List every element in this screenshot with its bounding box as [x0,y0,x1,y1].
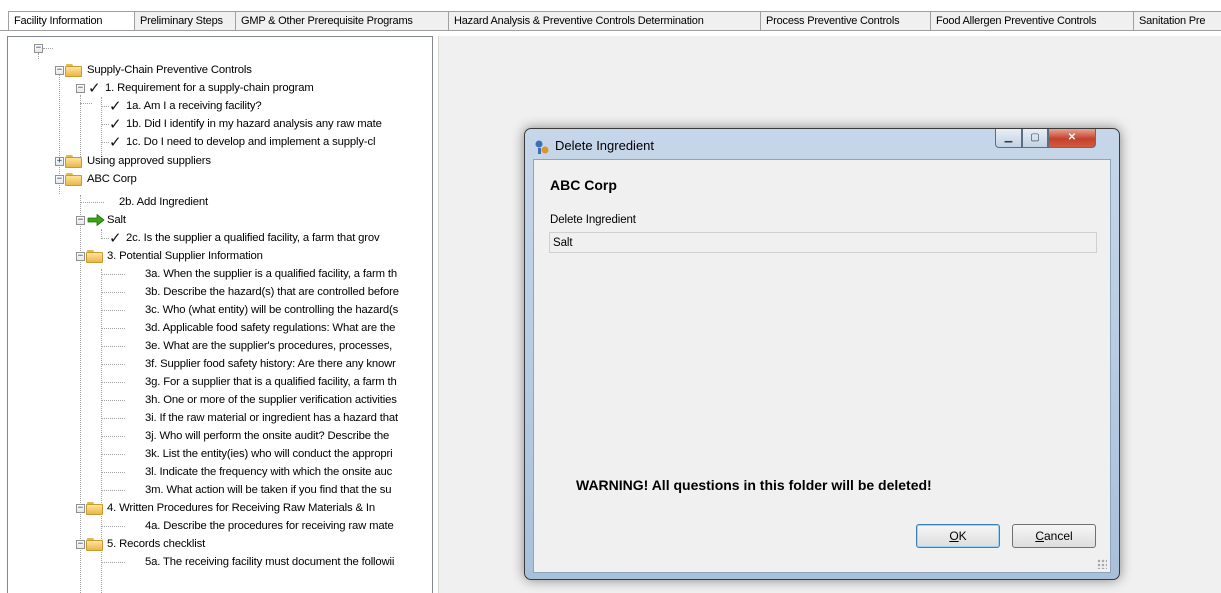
tree-node-requirement[interactable]: 1. Requirement for a supply-chain progra… [105,79,314,97]
tree-node-2c[interactable]: 2c. Is the supplier a qualified facility… [126,229,380,247]
tree-node-3a[interactable]: 3a. When the supplier is a qualified fac… [145,265,397,283]
tree-node-supply-chain[interactable]: Supply-Chain Preventive Controls [87,61,252,79]
collapse-icon[interactable]: − [76,216,85,225]
tree-node-3i[interactable]: 3i. If the raw material or ingredient ha… [145,409,398,427]
tree-node-3e[interactable]: 3e. What are the supplier's procedures, … [145,337,392,355]
dialog-title: Delete Ingredient [555,138,655,153]
tree-node-3g[interactable]: 3g. For a supplier that is a qualified f… [145,373,397,391]
tree-node-4a[interactable]: 4a. Describe the procedures for receivin… [145,517,394,535]
tree-node-salt[interactable]: Salt [107,211,126,229]
tree-node-1a[interactable]: 1a. Am I a receiving facility? [126,97,262,115]
tree-node-3d[interactable]: 3d. Applicable food safety regulations: … [145,319,395,337]
tree-node-3j[interactable]: 3j. Who will perform the onsite audit? D… [145,427,389,445]
collapse-icon[interactable]: − [76,84,85,93]
ok-mnemonic: O [949,529,959,543]
ok-button[interactable]: OK [916,524,1000,548]
tree-node-1c[interactable]: 1c. Do I need to develop and implement a… [126,133,375,151]
ingredient-field: Salt [549,232,1097,253]
tree-node-5[interactable]: 5. Records checklist [107,535,205,553]
app-icon [535,140,549,154]
tree-node-3l[interactable]: 3l. Indicate the frequency with which th… [145,463,392,481]
tree-node-3h[interactable]: 3h. One or more of the supplier verifica… [145,391,397,409]
minimize-icon[interactable]: ▁ [995,129,1022,148]
question-tree[interactable]: − − Supply-Chain Preventive Controls − ✓… [7,36,433,593]
warning-text: WARNING! All questions in this folder wi… [576,477,932,493]
dialog-heading: ABC Corp [550,177,617,193]
tree-node-1b[interactable]: 1b. Did I identify in my hazard analysis… [126,115,382,133]
folder-icon [65,173,82,186]
tree-node-4[interactable]: 4. Written Procedures for Receiving Raw … [107,499,375,517]
folder-icon [86,538,103,551]
cancel-mnemonic: C [1035,529,1044,543]
collapse-icon[interactable]: − [55,175,64,184]
tree-node-abc-corp[interactable]: ABC Corp [87,170,137,188]
tab-facility-information[interactable]: Facility Information [8,11,135,30]
tree-node-3b[interactable]: 3b. Describe the hazard(s) that are cont… [145,283,399,301]
checkmark-icon: ✓ [109,229,122,247]
cancel-button[interactable]: Cancel [1012,524,1096,548]
tab-strip: Facility Information Preliminary Steps G… [0,0,1221,31]
tree-node-3k[interactable]: 3k. List the entity(ies) who will conduc… [145,445,393,463]
folder-icon [65,64,82,77]
collapse-icon[interactable]: − [34,44,43,53]
collapse-icon[interactable]: − [76,540,85,549]
delete-ingredient-label: Delete Ingredient [550,214,636,226]
expand-icon[interactable]: + [55,157,64,166]
checkmark-icon: ✓ [109,97,122,115]
tree-node-3m[interactable]: 3m. What action will be taken if you fin… [145,481,392,499]
tree-node-3[interactable]: 3. Potential Supplier Information [107,247,263,265]
checkmark-icon: ✓ [109,115,122,133]
collapse-icon[interactable]: − [55,66,64,75]
maximize-icon[interactable]: ▢ [1022,129,1048,148]
collapse-icon[interactable]: − [76,252,85,261]
tree-node-3c[interactable]: 3c. Who (what entity) will be controllin… [145,301,398,319]
tree-node-5a[interactable]: 5a. The receiving facility must document… [145,553,394,571]
arrow-right-icon [87,214,105,226]
resize-grip-icon[interactable] [1097,559,1107,569]
dialog-content: ABC Corp Delete Ingredient Salt WARNING!… [533,159,1111,573]
collapse-icon[interactable]: − [76,504,85,513]
tab-preliminary-steps[interactable]: Preliminary Steps [135,11,236,30]
folder-icon [86,250,103,263]
tab-process-preventive-controls[interactable]: Process Preventive Controls [761,11,931,30]
cancel-label: ancel [1043,529,1073,543]
folder-icon [65,155,82,168]
tab-gmp-prerequisite[interactable]: GMP & Other Prerequisite Programs [236,11,449,30]
folder-icon [86,502,103,515]
close-icon[interactable]: ✕ [1048,129,1096,148]
ok-label: K [958,529,967,543]
tree-node-3f[interactable]: 3f. Supplier food safety history: Are th… [145,355,396,373]
tree-node-2b[interactable]: 2b. Add Ingredient [119,193,208,211]
checkmark-icon: ✓ [109,133,122,151]
tab-hazard-analysis[interactable]: Hazard Analysis & Preventive Controls De… [449,11,761,30]
tab-food-allergen-preventive-controls[interactable]: Food Allergen Preventive Controls [931,11,1134,30]
tab-sanitation-preventive-controls[interactable]: Sanitation Pre [1134,11,1221,30]
checkmark-icon: ✓ [88,79,101,97]
delete-ingredient-dialog: Delete Ingredient ▁ ▢ ✕ ABC Corp Delete … [524,128,1120,580]
tree-node-approved-suppliers[interactable]: Using approved suppliers [87,152,211,170]
